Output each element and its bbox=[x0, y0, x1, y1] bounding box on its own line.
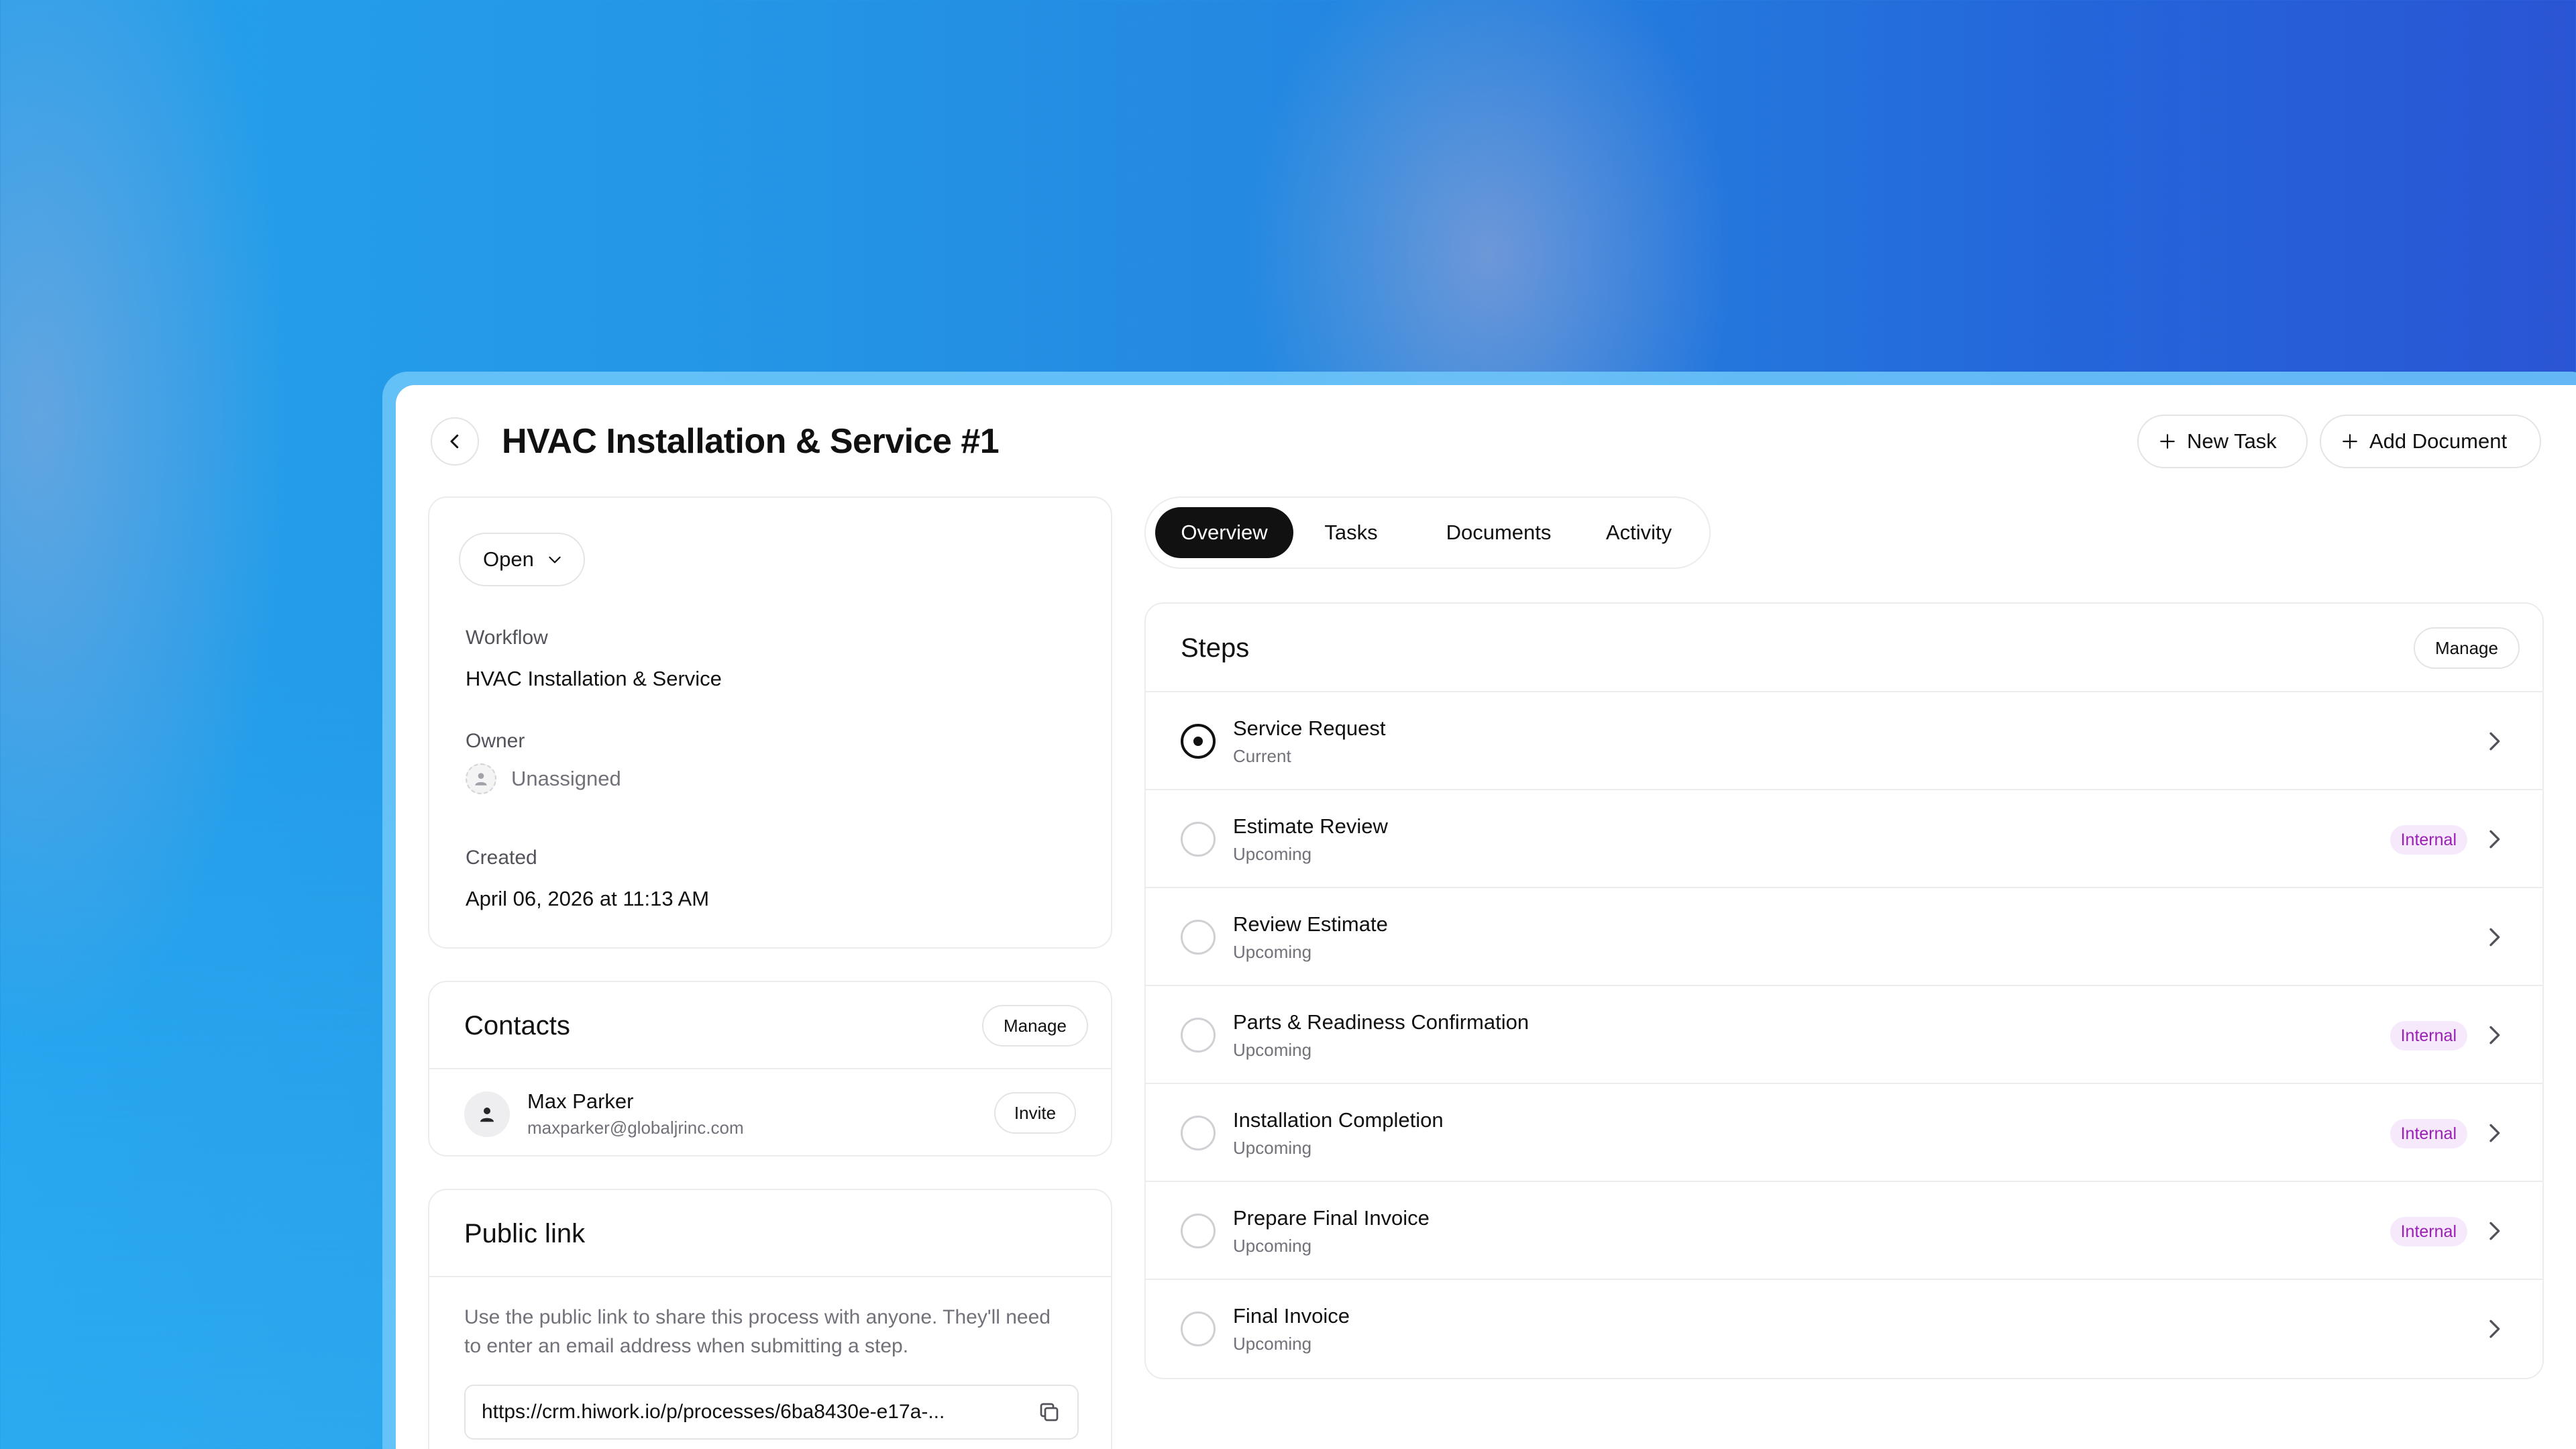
chevron-right-icon bbox=[2489, 1026, 2500, 1044]
step-status: Current bbox=[1233, 746, 1291, 766]
step-row-final-invoice[interactable]: Final Invoice Upcoming bbox=[1146, 1280, 2542, 1378]
plus-icon bbox=[2343, 434, 2357, 449]
public-link-description: Use the public link to share this proces… bbox=[464, 1306, 1051, 1357]
process-info-card: Open Workflow HVAC Installation & Servic… bbox=[428, 496, 1112, 949]
new-task-label: New Task bbox=[2187, 429, 2277, 453]
chevron-right-icon bbox=[2489, 928, 2500, 947]
step-status: Upcoming bbox=[1233, 1138, 1312, 1158]
plus-icon bbox=[2160, 434, 2175, 449]
step-row-installation-completion[interactable]: Installation Completion Upcoming Interna… bbox=[1146, 1084, 2542, 1182]
step-radio-icon bbox=[1181, 822, 1216, 857]
chevron-right-icon bbox=[2489, 732, 2500, 751]
avatar bbox=[464, 1091, 510, 1137]
step-name: Parts & Readiness Confirmation bbox=[1233, 1010, 1529, 1034]
public-link-url: https://crm.hiwork.io/p/processes/6ba843… bbox=[482, 1401, 945, 1423]
internal-badge: Internal bbox=[2390, 1021, 2467, 1051]
contacts-manage-button[interactable]: Manage bbox=[982, 1005, 1088, 1046]
steps-card: Steps Manage Service Request Current Est… bbox=[1144, 602, 2544, 1379]
step-row-parts-readiness[interactable]: Parts & Readiness Confirmation Upcoming … bbox=[1146, 986, 2542, 1084]
steps-title: Steps bbox=[1181, 633, 1250, 663]
step-name: Final Invoice bbox=[1233, 1304, 1350, 1328]
contact-name: Max Parker bbox=[527, 1089, 634, 1113]
step-current-radio-icon bbox=[1181, 724, 1216, 759]
user-icon bbox=[480, 1107, 494, 1122]
step-name: Prepare Final Invoice bbox=[1233, 1206, 1430, 1230]
step-status: Upcoming bbox=[1233, 1334, 1312, 1354]
step-name: Installation Completion bbox=[1233, 1108, 1444, 1132]
owner-value: Unassigned bbox=[511, 767, 621, 790]
internal-badge: Internal bbox=[2390, 1217, 2467, 1246]
chevron-down-icon bbox=[549, 556, 561, 564]
contact-email: maxparker@globaljrinc.com bbox=[527, 1118, 744, 1138]
public-link-field[interactable]: https://crm.hiwork.io/p/processes/6ba843… bbox=[464, 1385, 1079, 1440]
tab-overview[interactable]: Overview bbox=[1155, 507, 1293, 558]
step-row-estimate-review[interactable]: Estimate Review Upcoming Internal bbox=[1146, 790, 2542, 888]
step-row-prepare-final-invoice[interactable]: Prepare Final Invoice Upcoming Internal bbox=[1146, 1182, 2542, 1280]
created-value: April 06, 2026 at 11:13 AM bbox=[466, 887, 710, 910]
public-link-title: Public link bbox=[464, 1219, 586, 1248]
step-radio-icon bbox=[1181, 1311, 1216, 1346]
add-document-button[interactable]: Add Document bbox=[2320, 415, 2541, 468]
step-name: Review Estimate bbox=[1233, 912, 1388, 936]
tab-documents[interactable]: Documents bbox=[1409, 507, 1589, 558]
tab-activity[interactable]: Activity bbox=[1589, 507, 1689, 558]
step-row-service-request[interactable]: Service Request Current bbox=[1146, 692, 2542, 790]
avatar-placeholder-icon bbox=[466, 763, 496, 794]
add-document-label: Add Document bbox=[2369, 429, 2508, 453]
created-label: Created bbox=[466, 847, 537, 869]
status-value: Open bbox=[483, 547, 534, 571]
owner-label: Owner bbox=[466, 730, 525, 752]
status-dropdown[interactable]: Open bbox=[459, 533, 585, 586]
contacts-card: Contacts Manage Max Parker maxparker@glo… bbox=[428, 981, 1112, 1157]
workflow-label: Workflow bbox=[466, 627, 548, 649]
step-radio-icon bbox=[1181, 920, 1216, 955]
contacts-title: Contacts bbox=[464, 1011, 570, 1040]
page-title: HVAC Installation & Service #1 bbox=[502, 422, 1000, 461]
step-radio-icon bbox=[1181, 1214, 1216, 1248]
public-link-card: Public link Use the public link to share… bbox=[428, 1189, 1112, 1449]
owner-selector[interactable]: Unassigned bbox=[466, 763, 621, 794]
step-row-review-estimate[interactable]: Review Estimate Upcoming bbox=[1146, 888, 2542, 986]
internal-badge: Internal bbox=[2390, 825, 2467, 855]
chevron-right-icon bbox=[2489, 830, 2500, 849]
step-radio-icon bbox=[1181, 1018, 1216, 1053]
contact-item[interactable]: Max Parker maxparker@globaljrinc.com bbox=[464, 1089, 744, 1138]
step-status: Upcoming bbox=[1233, 844, 1312, 864]
steps-manage-button[interactable]: Manage bbox=[2414, 627, 2520, 669]
workflow-value: HVAC Installation & Service bbox=[466, 667, 722, 690]
contacts-header: Contacts Manage bbox=[429, 982, 1111, 1069]
chevron-right-icon bbox=[2489, 1124, 2500, 1142]
chevron-right-icon bbox=[2489, 1320, 2500, 1338]
chevron-right-icon bbox=[2489, 1222, 2500, 1240]
step-name: Estimate Review bbox=[1233, 814, 1388, 838]
internal-badge: Internal bbox=[2390, 1119, 2467, 1148]
tab-bar: Overview Tasks Documents Activity bbox=[1144, 496, 1711, 569]
public-link-header: Public link bbox=[429, 1190, 1111, 1277]
invite-button[interactable]: Invite bbox=[994, 1092, 1076, 1134]
steps-header: Steps Manage bbox=[1146, 604, 2542, 692]
step-status: Upcoming bbox=[1233, 942, 1312, 962]
step-radio-icon bbox=[1181, 1116, 1216, 1150]
chevron-left-icon bbox=[450, 434, 459, 449]
back-button[interactable] bbox=[431, 417, 479, 466]
copy-icon[interactable] bbox=[1037, 1400, 1061, 1424]
step-status: Upcoming bbox=[1233, 1236, 1312, 1256]
new-task-button[interactable]: New Task bbox=[2137, 415, 2308, 468]
step-name: Service Request bbox=[1233, 716, 1386, 740]
tab-tasks[interactable]: Tasks bbox=[1293, 507, 1409, 558]
step-status: Upcoming bbox=[1233, 1040, 1312, 1060]
